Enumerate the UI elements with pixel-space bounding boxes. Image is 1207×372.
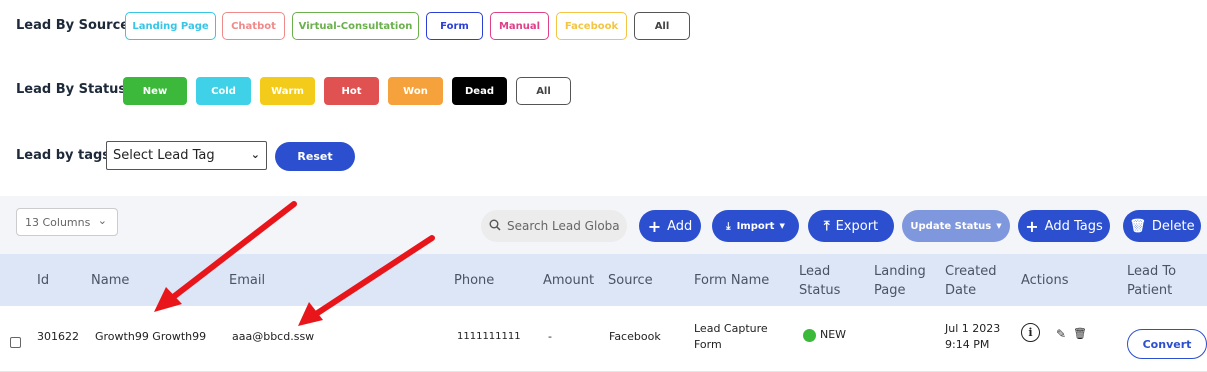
red-arrow-name <box>154 201 297 312</box>
annotation-arrows <box>154 201 435 326</box>
red-arrow-email <box>298 235 435 326</box>
